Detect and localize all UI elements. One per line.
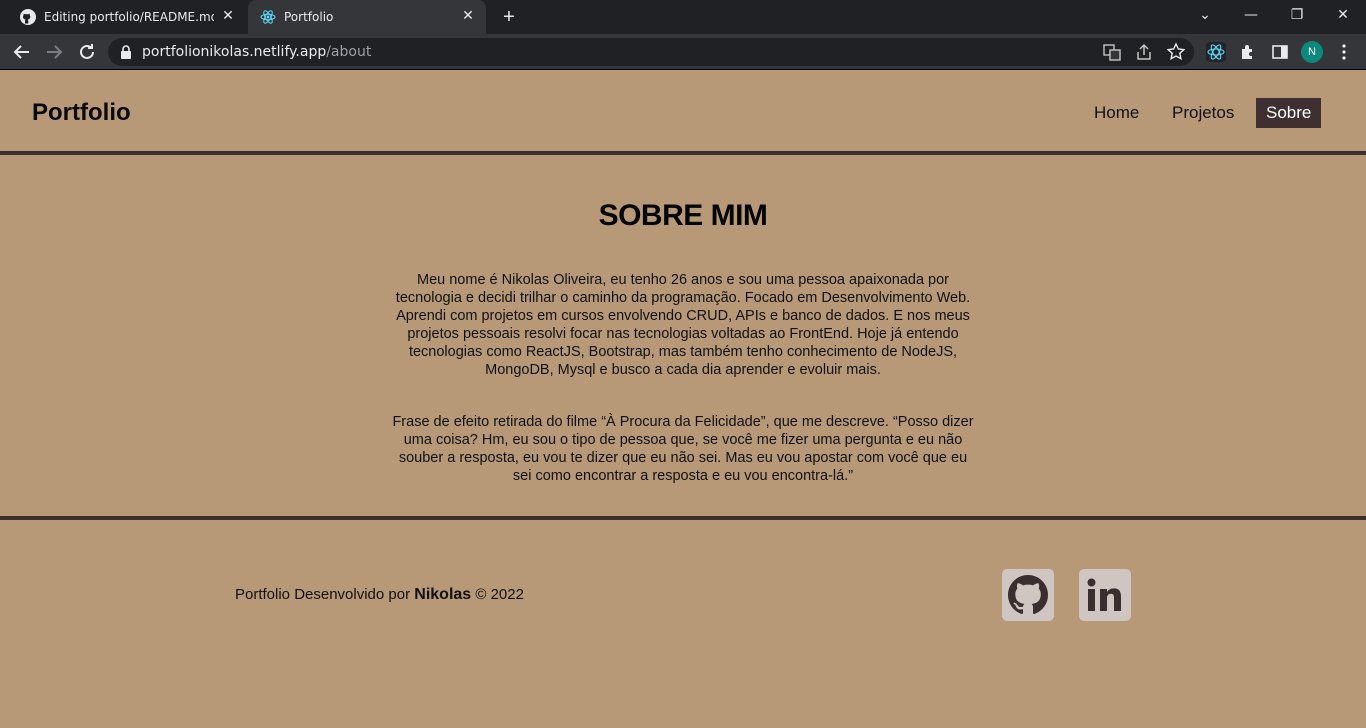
github-icon xyxy=(20,9,36,25)
profile-avatar[interactable]: N xyxy=(1301,41,1323,63)
react-icon xyxy=(260,10,276,24)
browser-toolbar: portfolionikolas.netlify.app/about N xyxy=(0,34,1366,70)
about-section: SOBRE MIM Meu nome é Nikolas Oliveira, e… xyxy=(0,159,1366,516)
browser-tab-bar: Editing portfolio/README.md at ✕ Portfol… xyxy=(0,0,1366,34)
credit-prefix: Portfolio Desenvolvido por xyxy=(235,586,411,603)
react-devtools-icon[interactable] xyxy=(1206,42,1226,62)
quote-paragraph: Frase de efeito retirada do filme “À Pro… xyxy=(392,414,974,484)
share-icon[interactable] xyxy=(1134,42,1154,62)
footer-credit: Portfolio Desenvolvido por Nikolas © 202… xyxy=(235,586,524,604)
minimize-icon[interactable]: — xyxy=(1228,0,1274,34)
credit-name: Nikolas xyxy=(414,586,472,603)
tab-search-icon[interactable]: ⌄ xyxy=(1182,0,1228,34)
close-window-icon[interactable]: ✕ xyxy=(1320,0,1366,34)
site-brand[interactable]: Portfolio xyxy=(32,99,131,127)
menu-kebab-icon[interactable] xyxy=(1334,42,1354,62)
browser-tab-portfolio[interactable]: Portfolio ✕ xyxy=(248,0,486,34)
restore-icon[interactable]: ❐ xyxy=(1274,0,1320,34)
url-path: /about xyxy=(326,44,372,60)
github-link[interactable] xyxy=(1002,569,1054,621)
credit-suffix: © 2022 xyxy=(475,586,524,603)
close-tab-icon[interactable]: ✕ xyxy=(460,8,476,24)
tab-title: Editing portfolio/README.md at xyxy=(44,10,214,24)
translate-icon[interactable] xyxy=(1102,42,1122,62)
browser-tab-readme[interactable]: Editing portfolio/README.md at ✕ xyxy=(8,0,246,34)
url-text: portfolionikolas.netlify.app/about xyxy=(142,44,371,60)
tab-title: Portfolio xyxy=(284,10,334,24)
lock-icon[interactable] xyxy=(120,45,132,59)
site-footer: Portfolio Desenvolvido por Nikolas © 202… xyxy=(0,520,1366,728)
back-icon[interactable] xyxy=(10,40,34,64)
reload-icon[interactable] xyxy=(75,40,99,64)
github-icon xyxy=(1008,575,1048,615)
extensions-puzzle-icon[interactable] xyxy=(1238,42,1258,62)
web-page: Portfolio Home Projetos Sobre SOBRE MIM … xyxy=(0,71,1366,728)
linkedin-link[interactable] xyxy=(1079,569,1131,621)
bookmark-star-icon[interactable] xyxy=(1166,42,1186,62)
forward-icon[interactable] xyxy=(42,40,66,64)
nav-link-projetos[interactable]: Projetos xyxy=(1162,98,1244,128)
site-header: Portfolio Home Projetos Sobre xyxy=(0,71,1366,155)
url-host: portfolionikolas.netlify.app xyxy=(142,44,327,60)
page-title: SOBRE MIM xyxy=(598,199,768,232)
nav-link-sobre[interactable]: Sobre xyxy=(1256,98,1322,128)
about-paragraph: Meu nome é Nikolas Oliveira, eu tenho 26… xyxy=(395,272,971,378)
address-bar[interactable]: portfolionikolas.netlify.app/about xyxy=(108,38,1194,66)
side-panel-icon[interactable] xyxy=(1270,42,1290,62)
linkedin-icon xyxy=(1087,578,1121,611)
new-tab-icon[interactable]: + xyxy=(498,6,520,28)
close-tab-icon[interactable]: ✕ xyxy=(220,8,236,24)
nav-link-home[interactable]: Home xyxy=(1084,98,1149,128)
